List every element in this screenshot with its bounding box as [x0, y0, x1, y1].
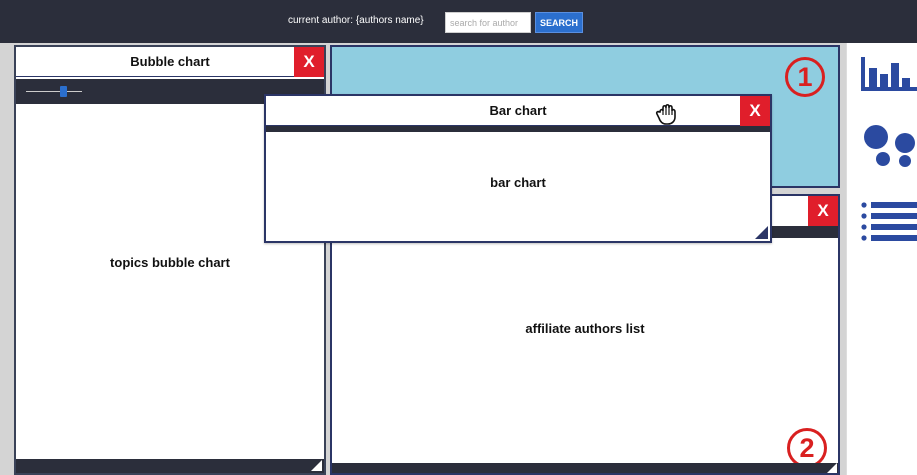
grab-cursor-icon: [654, 103, 680, 125]
bar-chart-close-button[interactable]: X: [740, 96, 770, 126]
author-search-input[interactable]: [445, 12, 531, 33]
list-icon[interactable]: [861, 201, 917, 250]
affiliate-authors-close-button[interactable]: X: [808, 196, 838, 226]
affiliate-authors-resize-handle[interactable]: [827, 463, 837, 473]
bubble-chart-body-label: topics bubble chart: [110, 255, 230, 270]
bubble-chart-title: Bubble chart: [130, 54, 210, 69]
search-button[interactable]: SEARCH: [535, 12, 583, 33]
bubble-chart-close-button[interactable]: X: [294, 47, 324, 77]
bar-chart-icon[interactable]: [861, 57, 917, 96]
bar-chart-title-bar[interactable]: Bar chart: [266, 96, 770, 126]
bubble-size-slider-thumb[interactable]: [60, 86, 67, 97]
app-root: current author: {authors name} SEARCH Bu…: [0, 0, 917, 475]
current-author-label: current author: {authors name}: [288, 15, 424, 26]
bubble-chart-resize-handle[interactable]: [311, 460, 322, 471]
bar-chart-body-label: bar chart: [490, 175, 546, 190]
bar-chart-toolbar: [266, 126, 770, 132]
marker-two: 2: [787, 428, 827, 468]
bubble-chart-icon[interactable]: [863, 123, 917, 172]
affiliate-authors-toolbar: [762, 226, 838, 238]
bubble-size-slider-track[interactable]: [26, 91, 82, 92]
affiliate-authors-footer: [332, 463, 838, 473]
affiliate-authors-body-label: affiliate authors list: [525, 321, 645, 336]
bubble-chart-title-bar[interactable]: Bubble chart: [16, 47, 324, 77]
bubble-chart-footer: [16, 459, 324, 473]
marker-one: 1: [785, 57, 825, 97]
bar-chart-resize-handle[interactable]: [755, 226, 768, 239]
bar-chart-title: Bar chart: [489, 103, 547, 118]
bar-chart-window[interactable]: Bar chart X bar chart: [264, 94, 772, 243]
top-bar: current author: {authors name} SEARCH: [0, 0, 917, 43]
chart-type-sidebar: [846, 43, 917, 475]
